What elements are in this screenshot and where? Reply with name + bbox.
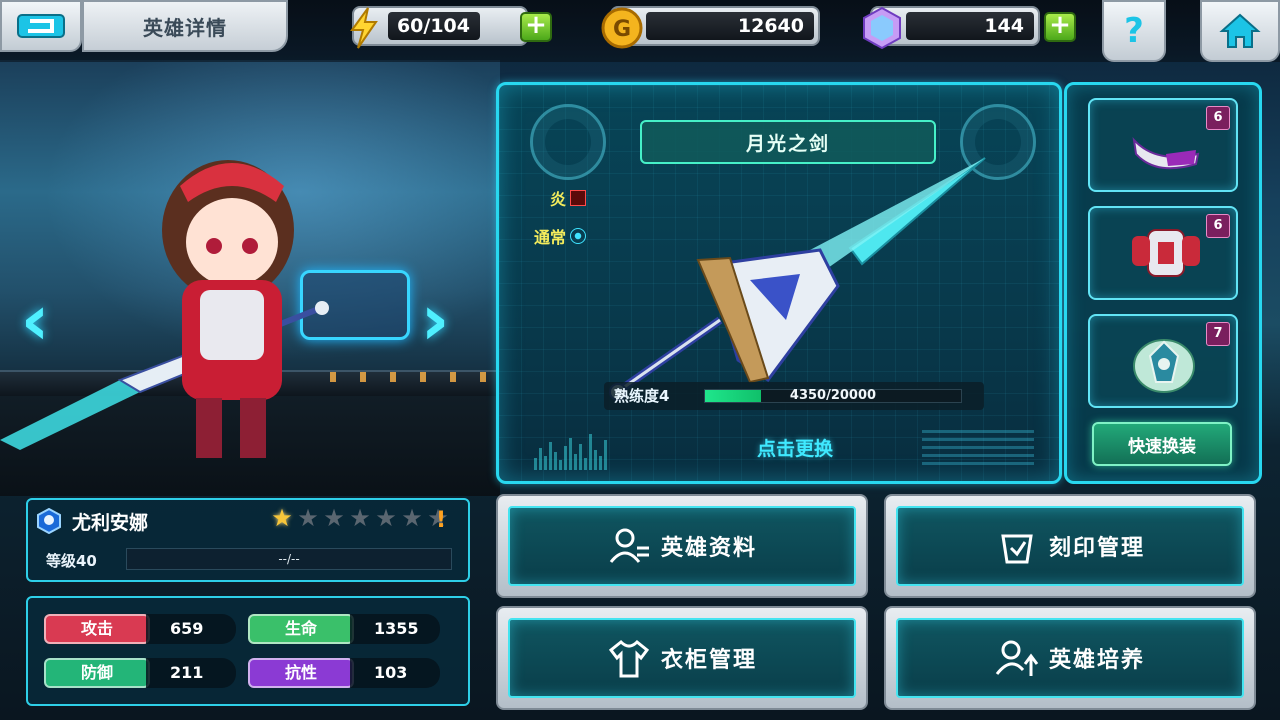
equipment-slot-armor[interactable]: 6: [1088, 206, 1238, 300]
hero-class-icon: [37, 508, 61, 534]
equipment-slot-emblem[interactable]: 7: [1088, 314, 1238, 408]
attack-type-row: 通常: [534, 224, 587, 248]
star-icon: ★: [375, 504, 397, 532]
equipment-slot-helmet[interactable]: 6: [1088, 98, 1238, 192]
stat-defense-label: 防御: [44, 658, 150, 688]
change-weapon-button[interactable]: 点击更换: [700, 434, 890, 461]
wardrobe-label: 衣柜管理: [660, 648, 757, 673]
add-gem-button[interactable]: +: [1044, 12, 1076, 42]
gold-value: 12640: [646, 12, 814, 40]
crystal-icon: [858, 6, 906, 50]
energy-value: 60/104: [388, 12, 480, 40]
gold-counter: G 12640: [601, 6, 820, 49]
svg-text:G: G: [613, 17, 631, 42]
hero-profile-icon: [609, 528, 649, 563]
previous-hero-button[interactable]: ‹: [12, 280, 58, 364]
energy-counter: 60/104: [350, 6, 528, 49]
imprint-icon: [1001, 534, 1033, 564]
stat-resist-label: 抗性: [248, 658, 354, 688]
page-title: 英雄详情: [82, 0, 288, 52]
element-label: 炎: [550, 190, 567, 209]
hero-train-button[interactable]: 英雄培养: [884, 606, 1256, 710]
lightning-icon: [340, 6, 388, 50]
stats-panel: [26, 596, 470, 706]
warning-icon[interactable]: !: [436, 508, 446, 533]
gem-value: 144: [906, 12, 1034, 40]
emblem-icon: [1133, 339, 1195, 393]
equipment-level-badge: 7: [1206, 322, 1230, 346]
element-row: 炎: [550, 186, 587, 210]
help-icon: ?: [1124, 11, 1144, 51]
home-icon: [1219, 13, 1261, 48]
quick-equip-button[interactable]: 快速换装: [1092, 422, 1232, 466]
star-icon: ★: [297, 504, 319, 532]
hero-info-button[interactable]: 英雄资料: [496, 494, 868, 598]
star-icon: ★: [401, 504, 423, 532]
armor-icon: [1132, 229, 1200, 277]
hero-train-label: 英雄培养: [1048, 648, 1145, 673]
line-decor: [922, 430, 1034, 470]
hero-level: 等级40: [46, 552, 97, 570]
hero-name: 尤利安娜: [72, 512, 149, 534]
proficiency-value: 4350/20000: [789, 388, 877, 403]
hero-upgrade-icon: [995, 640, 1039, 676]
wardrobe-button[interactable]: 衣柜管理: [496, 606, 868, 710]
radar-decor-left: [530, 104, 606, 180]
home-button[interactable]: [1200, 0, 1280, 62]
stat-hp-label: 生命: [248, 614, 354, 644]
hero-portrait: [0, 160, 329, 458]
hero-star-rating: ★ ★ ★ ★ ★ ★ ★: [270, 506, 450, 530]
stat-attack-value: 659: [146, 614, 236, 644]
equipment-level-badge: 6: [1206, 106, 1230, 130]
star-icon: ★: [271, 504, 293, 532]
weapon-image[interactable]: [600, 150, 1000, 410]
help-button[interactable]: ?: [1102, 0, 1166, 62]
hero-exp-bar: --/--: [126, 548, 452, 570]
imprint-manage-button[interactable]: 刻印管理: [884, 494, 1256, 598]
back-icon: [17, 14, 65, 38]
stat-hp-value: 1355: [350, 614, 440, 644]
shirt-icon: [608, 639, 650, 678]
stat-resist-value: 103: [350, 658, 440, 688]
equalizer-decor: [534, 432, 608, 470]
hero-info-label: 英雄资料: [660, 536, 757, 561]
gold-coin-icon: G: [598, 6, 646, 50]
star-icon: ★: [349, 504, 371, 532]
attack-type-label: 通常: [534, 228, 567, 247]
proficiency-label: 熟练度4: [614, 387, 670, 405]
stat-defense-value: 211: [146, 658, 236, 688]
gem-counter: 144: [863, 6, 1040, 50]
add-energy-button[interactable]: +: [520, 12, 552, 42]
stat-attack-label: 攻击: [44, 614, 150, 644]
next-hero-button[interactable]: ›: [412, 280, 458, 364]
target-icon: [570, 228, 587, 244]
star-icon: ★: [323, 504, 345, 532]
equipment-level-badge: 6: [1206, 214, 1230, 238]
imprint-label: 刻印管理: [1048, 536, 1145, 561]
back-button[interactable]: [0, 0, 82, 52]
helmet-icon: [1132, 136, 1200, 170]
fire-icon: [570, 190, 587, 206]
